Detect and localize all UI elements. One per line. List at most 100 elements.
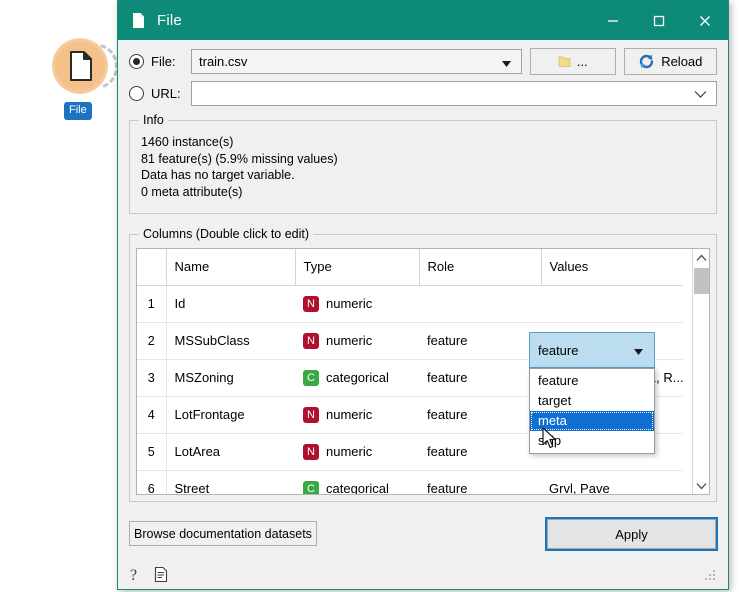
resize-grip-icon[interactable] [704, 569, 717, 582]
reload-label: Reload [661, 53, 703, 69]
row-type[interactable]: N numeric [295, 433, 419, 471]
browse-file-label: ... [576, 53, 588, 69]
url-source-row: URL: [129, 80, 717, 106]
url-radio-label: URL: [151, 85, 181, 101]
numeric-badge-icon: N [303, 295, 319, 312]
role-option-target[interactable]: target [530, 391, 654, 411]
row-type[interactable]: N numeric [295, 396, 419, 434]
url-radio-option[interactable]: URL: [129, 85, 191, 101]
table-row[interactable]: 1 Id N numeric [137, 285, 683, 323]
status-icons: ? [129, 566, 168, 583]
browse-docs-label: Browse documentation datasets [134, 526, 312, 541]
row-role[interactable]: feature [419, 359, 541, 397]
row-type-label: numeric [326, 407, 373, 422]
screen: File File File: train.csv ... Reload URL… [0, 0, 739, 592]
row-type-label: numeric [326, 296, 373, 311]
title-bar[interactable]: File [118, 1, 728, 40]
row-name[interactable]: Id [166, 285, 295, 323]
header-values[interactable]: Values [541, 249, 683, 286]
row-type-label: numeric [326, 333, 373, 348]
url-radio-button[interactable] [129, 85, 144, 101]
file-path-value: train.csv [199, 53, 248, 69]
canvas-widget-file[interactable]: File [52, 38, 118, 120]
row-role[interactable]: feature [419, 396, 541, 434]
columns-legend: Columns (Double click to edit) [139, 227, 314, 241]
table-scrollbar[interactable] [692, 249, 709, 494]
scroll-up-button[interactable] [693, 249, 709, 266]
folder-icon [558, 56, 571, 67]
file-radio-button[interactable] [129, 53, 144, 69]
file-path-combobox[interactable]: train.csv [191, 48, 522, 74]
role-option-feature[interactable]: feature [530, 371, 654, 391]
chevron-down-icon [694, 90, 707, 98]
file-radio-label: File: [151, 53, 176, 69]
row-role[interactable]: feature [419, 470, 541, 494]
row-index: 4 [137, 396, 167, 434]
header-type[interactable]: Type [295, 249, 420, 286]
maximize-button[interactable] [636, 1, 682, 40]
row-name[interactable]: LotFrontage [166, 396, 295, 434]
row-index: 6 [137, 470, 167, 494]
question-mark-icon[interactable]: ? [129, 566, 143, 583]
info-line: 0 meta attribute(s) [141, 184, 243, 199]
header-role[interactable]: Role [419, 249, 542, 286]
window-title: File [157, 12, 182, 29]
row-name[interactable]: MSZoning [166, 359, 295, 397]
row-name[interactable]: Street [166, 470, 295, 494]
apply-button[interactable]: Apply [547, 519, 716, 549]
numeric-badge-icon: N [303, 406, 319, 423]
row-type[interactable]: N numeric [295, 322, 419, 360]
minimize-icon [608, 19, 618, 22]
dialog-footer: Browse documentation datasets Apply ? [129, 519, 717, 583]
svg-text:?: ? [130, 567, 137, 583]
role-editor-value: feature [538, 342, 579, 358]
browse-documentation-datasets-button[interactable]: Browse documentation datasets [129, 521, 317, 546]
row-type-label: numeric [326, 444, 373, 459]
report-document-icon[interactable] [154, 566, 168, 583]
dialog-body: File: train.csv ... Reload URL: Info 146… [118, 40, 728, 591]
mouse-cursor [542, 427, 556, 449]
minimize-button[interactable] [590, 1, 636, 40]
row-name[interactable]: LotArea [166, 433, 295, 471]
row-role[interactable] [419, 285, 541, 323]
table-header-row: Name Type Role Values [137, 249, 683, 286]
file-dialog-window: File File: train.csv ... Reload URL: Inf… [117, 0, 729, 590]
categorical-badge-icon: C [303, 480, 319, 494]
close-button[interactable] [682, 1, 728, 40]
info-line: 1460 instance(s) [141, 135, 234, 149]
table-row[interactable]: 6 Street C categorical feature Grvl, Pav… [137, 470, 683, 494]
row-type[interactable]: N numeric [295, 285, 419, 323]
row-index: 3 [137, 359, 167, 397]
row-type-label: categorical [326, 370, 389, 385]
close-icon [700, 15, 710, 26]
row-values[interactable]: Grvl, Pave [541, 470, 683, 494]
widget-label: File [64, 102, 92, 120]
header-index [137, 249, 167, 286]
categorical-badge-icon: C [303, 369, 319, 386]
header-name[interactable]: Name [166, 249, 296, 286]
row-type[interactable]: C categorical [295, 470, 419, 494]
chevron-down-icon [696, 482, 707, 489]
window-controls [590, 1, 728, 40]
browse-file-button[interactable]: ... [529, 47, 616, 75]
info-legend: Info [139, 113, 168, 127]
chevron-up-icon [696, 254, 706, 261]
scroll-down-button[interactable] [693, 477, 709, 494]
scrollbar-thumb[interactable] [694, 268, 709, 294]
document-icon [133, 13, 144, 28]
role-editor-combobox[interactable]: feature [529, 332, 655, 368]
file-source-row: File: train.csv ... Reload [129, 47, 717, 75]
apply-label: Apply [615, 526, 648, 542]
file-radio-option[interactable]: File: [129, 53, 191, 69]
row-index: 5 [137, 433, 167, 471]
row-name[interactable]: MSSubClass [166, 322, 295, 360]
row-role[interactable]: feature [419, 322, 541, 360]
reload-button[interactable]: Reload [623, 47, 717, 75]
url-combobox[interactable] [191, 80, 717, 106]
numeric-badge-icon: N [303, 443, 319, 460]
row-values[interactable] [541, 285, 683, 323]
row-type[interactable]: C categorical [295, 359, 419, 397]
refresh-icon [640, 54, 654, 68]
row-role[interactable]: feature [419, 433, 541, 471]
chevron-down-icon [634, 349, 643, 355]
